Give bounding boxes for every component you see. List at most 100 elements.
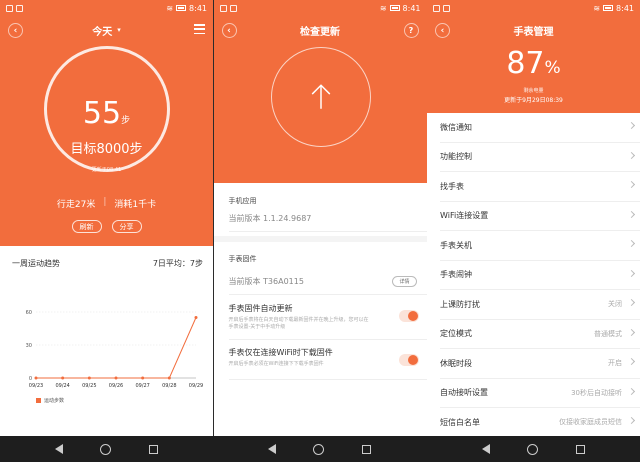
update-time: 更新于08:41 [91, 167, 122, 173]
auto-update-desc: 开启后手表将在白天自动下载最新固件并在晚上升级，您可以在手表设置-关于中手动升级 [228, 317, 369, 330]
trend-header: 一周运动趋势 7日平均：7步 [12, 258, 203, 269]
step-unit: 步 [121, 116, 131, 126]
data-point [34, 376, 38, 380]
status-time: 8:41 [616, 3, 634, 13]
battery-label: 剩余电量 [523, 88, 544, 94]
auto-update-toggle[interactable] [398, 310, 419, 322]
settings-item-label: 休眠时段 [440, 358, 472, 368]
nav-recent-icon[interactable] [362, 444, 372, 454]
action-row: 刷新 分享 [0, 220, 213, 233]
nav-group [0, 436, 213, 462]
screen-today: ≋ 8:41 ‹ 今天 ▾ 55步 目标8000步 更新于08:41 行走27米 … [0, 0, 213, 436]
data-point [194, 316, 198, 319]
chevron-left-icon: ‹ [227, 25, 231, 36]
page-title[interactable]: 今天 [92, 23, 112, 38]
settings-item-label: WiFi连接设置 [440, 211, 489, 221]
settings-item-label: 手表关机 [440, 240, 472, 250]
settings-item[interactable]: 手表闹钟 [440, 261, 640, 290]
app-section-title: 手机应用 [228, 197, 257, 205]
help-button[interactable]: ? [403, 23, 419, 38]
settings-item-label: 功能控制 [440, 152, 472, 162]
battery-icon [603, 5, 614, 11]
chevron-right-icon [627, 121, 636, 130]
nav-group [427, 436, 640, 462]
activity-stats: 行走27米 | 消耗1千卡 [0, 197, 213, 210]
battery-number: 87 [506, 46, 545, 81]
wifi-only-row: 手表仅在连接WiFi时下载固件 开启后手表必须在WiFi连接下下载手表固件 [228, 342, 427, 380]
notification-icon [16, 4, 23, 12]
settings-item[interactable]: 微信通知 [440, 113, 640, 143]
nav-group [213, 436, 426, 462]
settings-item[interactable]: 定位模式 普通模式 [440, 320, 640, 349]
nav-back-icon[interactable] [267, 444, 276, 454]
series-line [36, 317, 197, 379]
menu-icon[interactable] [194, 24, 205, 34]
nav-home-icon[interactable] [100, 443, 112, 455]
settings-item[interactable]: 休眠时段 开启 [440, 349, 640, 379]
navigation-bar [0, 436, 640, 462]
trend-average: 7日平均：7步 [152, 259, 203, 268]
status-bar: ≋ 8:41 [213, 0, 427, 16]
chevron-left-icon: ‹ [13, 25, 18, 36]
trend-title: 一周运动趋势 [12, 259, 60, 268]
detail-button[interactable]: 详情 [392, 276, 417, 287]
settings-item-value: 普通模式 [594, 329, 622, 338]
settings-item-value: 关闭 [608, 300, 622, 309]
percent-sign: % [544, 58, 561, 78]
settings-item[interactable]: 找手表 [440, 172, 640, 202]
top-bar: ‹ 检查更新 ? [214, 16, 427, 44]
wifi-icon: ≋ [593, 3, 601, 13]
calorie-label: 消耗1千卡 [114, 200, 157, 210]
firmware-version: 当前版本 T36A0115 [228, 277, 304, 286]
chevron-right-icon [627, 298, 636, 307]
settings-list: 微信通知功能控制找手表 WiFi连接设置 手表关机手表闹钟 上课防打扰 关闭 定位模式 普通… [427, 113, 640, 436]
settings-item[interactable]: 手表关机 [440, 231, 640, 261]
firmware-version-row: 当前版本 T36A0115 详情 [228, 269, 427, 295]
chevron-down-icon[interactable]: ▾ [117, 26, 121, 34]
section-divider [213, 236, 427, 242]
screen-check-update: ≋ 8:41 ‹ 检查更新 ? 手机应用 当前版本 1.1.24.9687 手表固… [213, 0, 427, 436]
update-button[interactable] [270, 47, 371, 147]
divider: | [103, 197, 107, 207]
page-title: 检查更新 [300, 26, 340, 38]
settings-item[interactable]: 上课防打扰 关闭 [440, 290, 640, 320]
data-point [114, 376, 118, 380]
chevron-right-icon [627, 357, 636, 366]
x-tick-label: 09/29 [189, 383, 203, 389]
settings-item[interactable]: WiFi连接设置 [440, 202, 640, 231]
y-tick-label: 0 [29, 376, 32, 382]
app-version-row: 当前版本 1.1.24.9687 [228, 206, 427, 232]
notification-icon [219, 4, 227, 12]
back-button[interactable]: ‹ [221, 23, 237, 38]
screen-watch-manage: ≋ 8:41 ‹ 手表管理 87% 剩余电量 更新于9月29日08:39 微信通知… [427, 0, 640, 436]
settings-item[interactable]: 短信白名单 仅接收家庭成员短信 [440, 408, 640, 436]
back-button[interactable]: ‹ [435, 23, 450, 38]
app-version: 当前版本 1.1.24.9687 [228, 214, 312, 223]
nav-back-icon[interactable] [481, 444, 490, 454]
status-time: 8:41 [402, 3, 421, 13]
x-tick-label: 09/23 [29, 383, 43, 389]
data-point [61, 376, 65, 380]
nav-recent-icon[interactable] [149, 444, 159, 454]
status-bar: ≋ 8:41 [427, 0, 640, 16]
x-tick-label: 09/27 [135, 383, 149, 389]
refresh-button[interactable]: 刷新 [71, 220, 102, 233]
chevron-right-icon [627, 328, 636, 336]
status-bar: ≋ 8:41 [0, 0, 213, 16]
chart-legend: 运动步数 [36, 397, 64, 404]
chevron-right-icon [627, 210, 636, 218]
nav-home-icon[interactable] [527, 443, 539, 455]
settings-item-value: 开启 [608, 359, 622, 368]
wifi-only-toggle[interactable] [398, 354, 419, 366]
chevron-right-icon [627, 151, 636, 159]
back-button[interactable]: ‹ [8, 23, 23, 38]
y-tick-label: 30 [26, 343, 32, 349]
nav-recent-icon[interactable] [576, 444, 586, 454]
share-button[interactable]: 分享 [111, 220, 142, 233]
step-goal: 目标8000步 [70, 142, 143, 157]
settings-item[interactable]: 功能控制 [440, 143, 640, 172]
nav-home-icon[interactable] [313, 443, 325, 455]
wifi-only-desc: 开启后手表必须在WiFi连接下下载手表固件 [228, 361, 324, 367]
nav-back-icon[interactable] [54, 444, 63, 454]
settings-item[interactable]: 自动接听设置 30秒后自动接听 [440, 379, 640, 408]
